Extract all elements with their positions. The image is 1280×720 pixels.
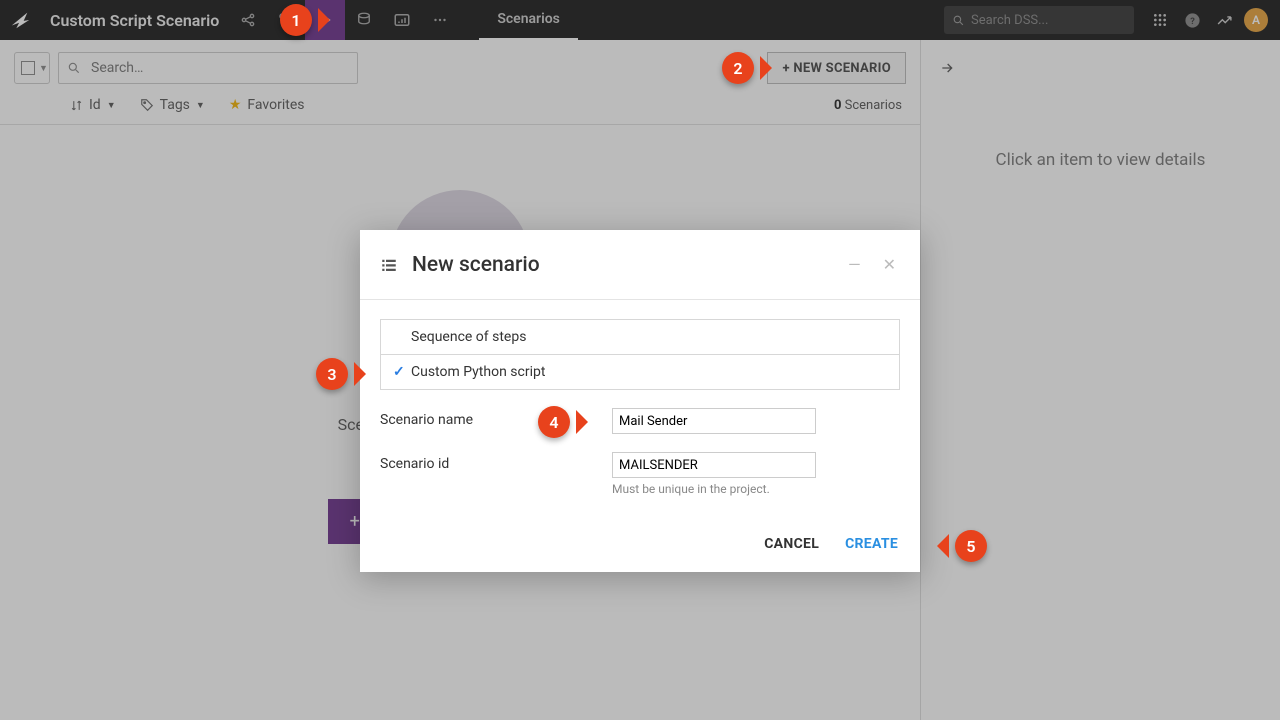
- modal-title: New scenario: [412, 253, 540, 277]
- new-scenario-modal: New scenario — ✕ Sequence of steps ✓ Cus…: [360, 230, 920, 572]
- scenario-id-input[interactable]: [612, 452, 816, 478]
- minimize-icon[interactable]: —: [844, 251, 865, 278]
- option-custom-python-script[interactable]: ✓ Custom Python script: [380, 354, 900, 390]
- checkmark-icon: ✓: [393, 364, 411, 380]
- scenario-name-input[interactable]: [612, 408, 816, 434]
- option-sequence-of-steps[interactable]: Sequence of steps: [380, 319, 900, 355]
- modal-overlay: New scenario — ✕ Sequence of steps ✓ Cus…: [0, 0, 1280, 720]
- create-button[interactable]: CREATE: [845, 536, 898, 552]
- scenario-id-label: Scenario id: [380, 452, 612, 472]
- scenario-id-hint: Must be unique in the project.: [612, 482, 816, 496]
- cancel-button[interactable]: CANCEL: [764, 536, 819, 552]
- close-icon[interactable]: ✕: [879, 251, 900, 278]
- scenario-name-label: Scenario name: [380, 408, 612, 428]
- list-icon: [380, 256, 398, 274]
